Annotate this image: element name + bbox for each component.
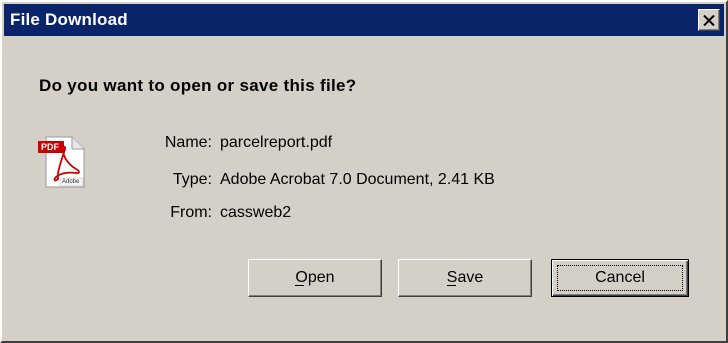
window-title: File Download	[10, 10, 128, 29]
cancel-button-label: Cancel	[595, 269, 645, 286]
title-bar[interactable]: File Download	[4, 4, 724, 36]
open-button-label: Open	[295, 269, 335, 286]
file-from-value: cassweb2	[220, 204, 292, 221]
file-type-value: Adobe Acrobat 7.0 Document, 2.41 KB	[220, 171, 495, 188]
file-name-label: Name:	[164, 134, 212, 151]
pdf-file-icon: PDF Adobe	[36, 133, 88, 189]
save-button-label: Save	[446, 269, 484, 286]
file-type-row: Type: Adobe Acrobat 7.0 Document, 2.41 K…	[173, 169, 495, 191]
file-from-label: From:	[170, 204, 212, 221]
save-button[interactable]: Save	[398, 259, 532, 297]
close-icon	[703, 14, 715, 26]
close-button[interactable]	[698, 9, 720, 31]
dialog-question: Do you want to open or save this file?	[39, 76, 357, 95]
file-name-row: Name: parcelreport.pdf	[165, 132, 333, 154]
cancel-button[interactable]: Cancel	[551, 259, 689, 297]
pdf-footer-label: Adobe	[62, 179, 80, 185]
file-download-dialog: File Download Do you want to open or sav…	[0, 0, 728, 343]
open-button[interactable]: Open	[248, 259, 382, 297]
file-name-value: parcelreport.pdf	[220, 134, 333, 151]
pdf-badge-label: PDF	[41, 142, 59, 152]
file-type-label: Type:	[172, 171, 212, 188]
file-from-row: From: cassweb2	[170, 202, 292, 224]
